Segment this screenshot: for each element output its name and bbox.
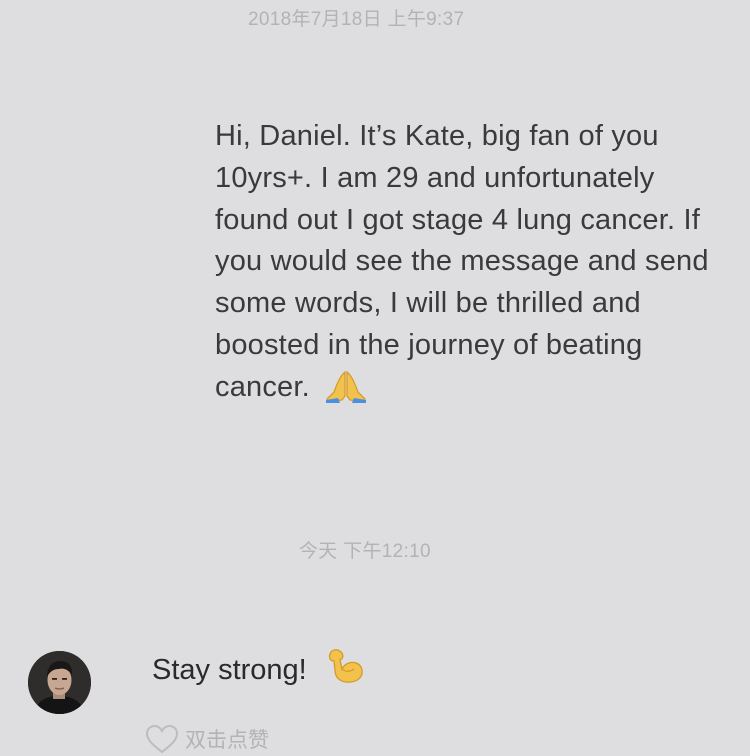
message-timestamp: 2018年7月18日 上午9:37 [248,9,465,30]
avatar[interactable] [28,651,91,714]
incoming-message[interactable]: Stay strong! [152,648,365,690]
incoming-message-text: Stay strong! [152,654,307,686]
heart-outline-icon[interactable] [143,723,181,755]
outgoing-message-text: Hi, Daniel. It’s Kate, big fan of you 10… [215,120,709,403]
like-hint-row[interactable]: 双击点赞 [143,722,269,756]
flexed-biceps-icon [328,649,363,683]
person-avatar-icon [28,651,91,714]
folded-hands-icon [326,370,367,403]
outgoing-message[interactable]: Hi, Daniel. It’s Kate, big fan of you 10… [215,116,715,409]
message-timestamp-today: 今天 下午12:10 [299,541,431,562]
